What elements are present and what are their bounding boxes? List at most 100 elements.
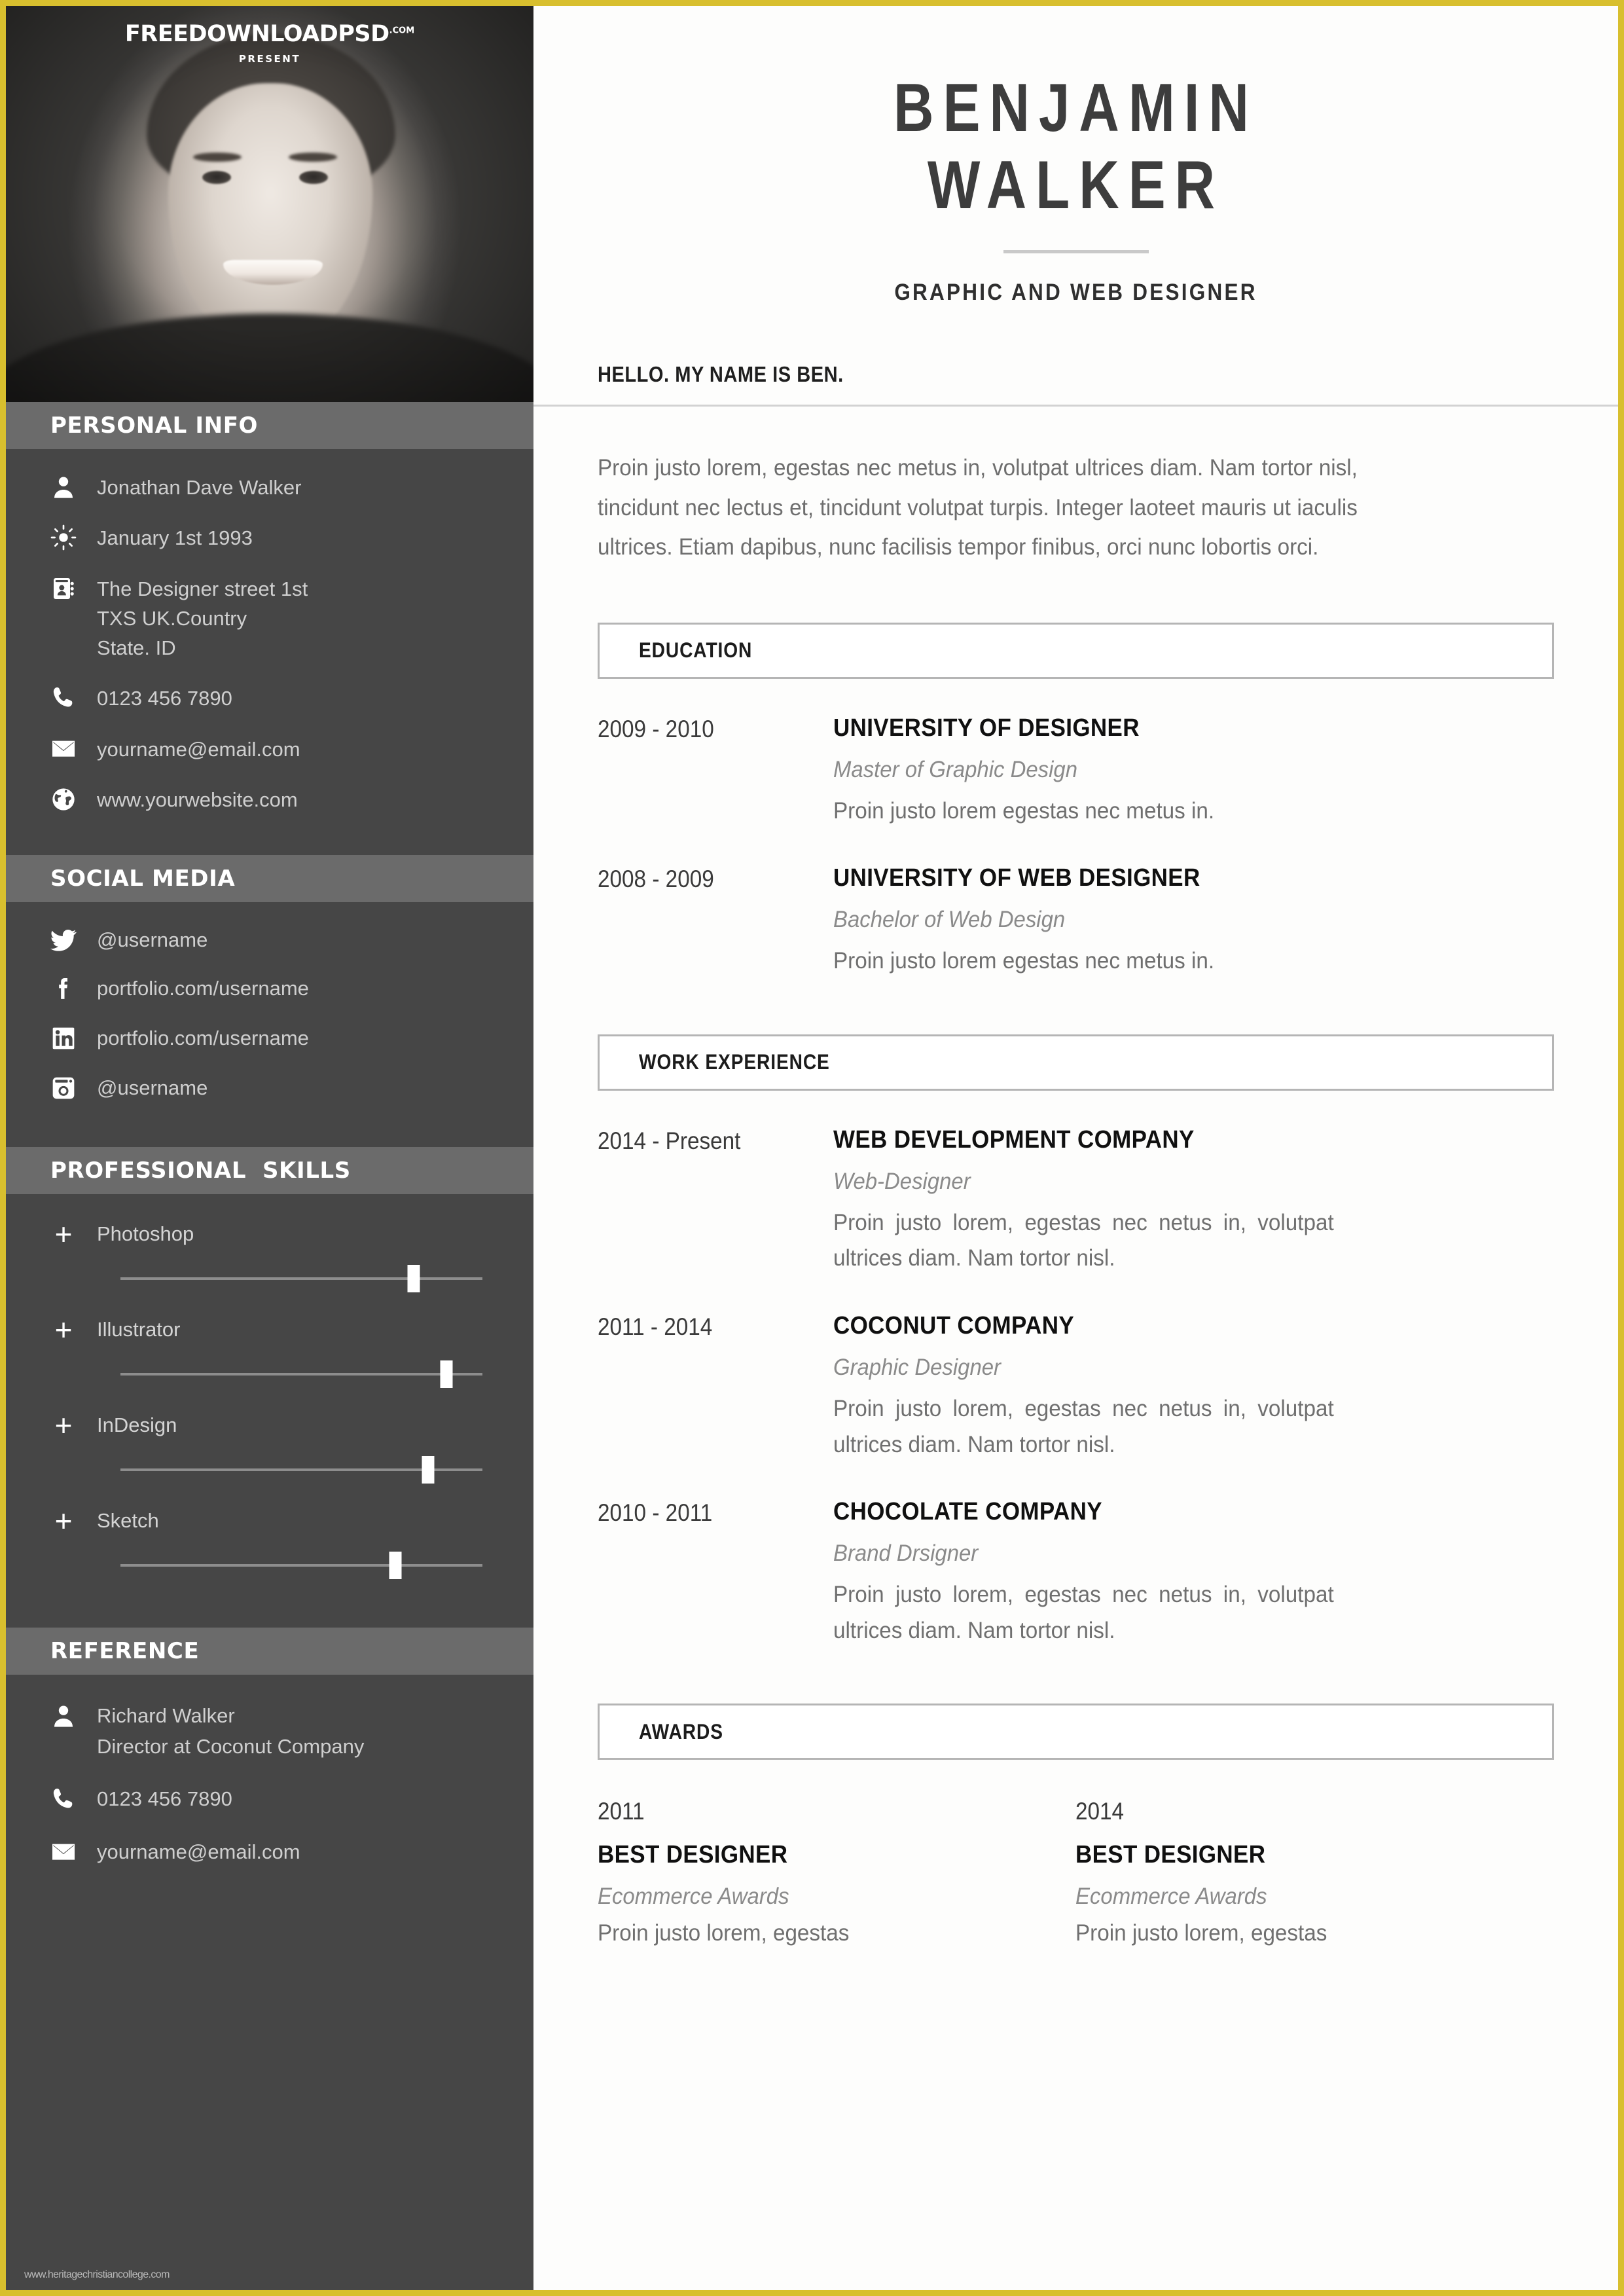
list-item-label: portfolio.com/username: [97, 1027, 309, 1049]
entry-organization: CHOCOLATE COMPANY: [833, 1498, 1102, 1526]
profile-photo: FREEDOWNLOADPSD.COM PRESENT: [6, 6, 533, 402]
section-title-professional-skills: PROFESSIONAL SKILLS: [50, 1157, 351, 1184]
skill-item: + Photoshop: [6, 1219, 533, 1292]
award-item: 2014 BEST DESIGNER Ecommerce Awards Proi…: [1075, 1798, 1553, 1946]
list-item[interactable]: portfolio.com/username: [6, 1025, 533, 1051]
envelope-icon: [46, 1837, 81, 1865]
list-item: www.yourwebsite.com: [6, 785, 533, 814]
instagram-icon: [46, 1075, 81, 1101]
list-item: January 1st 1993: [6, 523, 533, 553]
education-entry: 2009 - 2010 UNIVERSITY OF DESIGNER Maste…: [598, 714, 1554, 829]
skill-slider[interactable]: [120, 1360, 482, 1388]
award-subtitle: Ecommerce Awards: [598, 1884, 789, 1910]
list-item-label: portfolio.com/username: [97, 977, 309, 1000]
skill-label: Sketch: [97, 1509, 159, 1532]
entry-period: 2008 - 2009: [598, 866, 714, 893]
logo-mid-text: A: [302, 21, 319, 47]
slider-track: [120, 1277, 482, 1280]
slider-track: [120, 1373, 482, 1376]
list-item: 0123 456 7890: [6, 1784, 533, 1815]
plus-icon: +: [54, 1504, 73, 1538]
section-title-awards: AWARDS: [639, 1719, 723, 1743]
about-paragraph: Proin justo lorem, egestas nec metus in,…: [598, 455, 1358, 560]
twitter-icon: [46, 929, 81, 951]
skills-list: + Photoshop + Illustrator + InDesign + S…: [6, 1194, 533, 1628]
logo-dotcom-text: .COM: [389, 26, 415, 36]
photo-vignette: [6, 6, 533, 402]
entry-description: Proin justo lorem, egestas nec netus in,…: [833, 1582, 1334, 1643]
plus-icon: +: [54, 1313, 73, 1347]
phone-icon: [46, 683, 81, 711]
main-content: BENJAMIN WALKER GRAPHIC AND WEB DESIGNER…: [533, 6, 1618, 2290]
last-name: WALKER: [927, 147, 1225, 223]
list-item-label: 0123 456 7890: [97, 1787, 232, 1810]
skill-slider[interactable]: [120, 1552, 482, 1579]
skill-slider[interactable]: [120, 1265, 482, 1292]
slider-track: [120, 1564, 482, 1567]
list-item-label: Richard Walker Director at Coconut Compa…: [97, 1704, 365, 1758]
slider-thumb[interactable]: [422, 1456, 435, 1484]
award-item: 2011 BEST DESIGNER Ecommerce Awards Proi…: [598, 1798, 1075, 1946]
section-box-work-experience: WORK EXPERIENCE: [598, 1034, 1554, 1091]
watermark: www.heritagechristiancollege.com: [24, 2269, 170, 2280]
list-item: yourname@email.com: [6, 1837, 533, 1868]
list-item: yourname@email.com: [6, 735, 533, 764]
list-item: 0123 456 7890: [6, 683, 533, 713]
awards-list: 2011 BEST DESIGNER Ecommerce Awards Proi…: [598, 1798, 1554, 1946]
logo-wordmark: FREEDOWNLOADPSD.COM: [125, 23, 414, 46]
list-item: Jonathan Dave Walker: [6, 473, 533, 502]
slider-thumb[interactable]: [389, 1552, 402, 1579]
person-icon: [46, 473, 81, 500]
skill-label: Photoshop: [97, 1222, 194, 1245]
entry-organization: UNIVERSITY OF DESIGNER: [833, 714, 1140, 742]
job-title: GRAPHIC AND WEB DESIGNER: [894, 280, 1257, 306]
phone-icon: [46, 1784, 81, 1812]
entry-role: Graphic Designer: [833, 1355, 1001, 1381]
entry-role: Web-Designer: [833, 1168, 971, 1194]
entry-organization: COCONUT COMPANY: [833, 1312, 1075, 1340]
linkedin-icon: [46, 1025, 81, 1051]
about-divider: [533, 405, 1618, 407]
slider-thumb[interactable]: [407, 1265, 420, 1292]
skill-item: + Illustrator: [6, 1315, 533, 1388]
list-item[interactable]: @username: [6, 928, 533, 952]
section-header-reference: REFERENCE: [6, 1628, 533, 1675]
list-item-label: 0123 456 7890: [97, 687, 232, 710]
title-divider: [1003, 250, 1149, 254]
work-experience-entries: 2014 - Present WEB DEVELOPMENT COMPANY W…: [598, 1126, 1554, 1649]
list-item: The Designer street 1st TXS UK.Country S…: [6, 574, 533, 663]
section-title-reference: REFERENCE: [50, 1638, 200, 1664]
skill-label: InDesign: [97, 1413, 177, 1436]
slider-thumb[interactable]: [440, 1360, 453, 1388]
resume-page: FREEDOWNLOADPSD.COM PRESENT PERSONAL INF…: [0, 0, 1624, 2296]
person-icon: [46, 1701, 81, 1729]
reference-list: Richard Walker Director at Coconut Compa…: [6, 1675, 533, 1867]
section-title-work-experience: WORK EXPERIENCE: [639, 1050, 830, 1074]
entry-period: 2011 - 2014: [598, 1313, 713, 1341]
list-item[interactable]: portfolio.com/username: [6, 975, 533, 1002]
plus-icon: +: [54, 1217, 73, 1251]
entry-organization: WEB DEVELOPMENT COMPANY: [833, 1125, 1195, 1154]
entry-role: Brand Drsigner: [833, 1540, 979, 1567]
skill-slider[interactable]: [120, 1456, 482, 1484]
greeting-text: HELLO. MY NAME IS BEN.: [598, 362, 844, 387]
skill-label: Illustrator: [97, 1318, 181, 1341]
logo-main-text: FREEDOWNLO: [124, 21, 302, 47]
list-item-label: Jonathan Dave Walker: [97, 476, 302, 499]
list-item[interactable]: @username: [6, 1075, 533, 1101]
education-entry: 2008 - 2009 UNIVERSITY OF WEB DESIGNER B…: [598, 864, 1554, 979]
entry-period: 2010 - 2011: [598, 1499, 713, 1527]
section-header-personal-info: PERSONAL INFO: [6, 402, 533, 449]
section-header-social-media: SOCIAL MEDIA: [6, 855, 533, 902]
list-item-label: @username: [97, 1076, 208, 1099]
plus-icon: +: [54, 1408, 73, 1442]
section-header-professional-skills: PROFESSIONAL SKILLS: [6, 1147, 533, 1194]
section-box-awards: AWARDS: [598, 1704, 1554, 1760]
personal-info-list: Jonathan Dave Walker January 1st 1993 Th…: [6, 449, 533, 855]
award-name: BEST DESIGNER: [598, 1841, 788, 1869]
entry-description: Proin justo lorem egestas nec metus in.: [833, 948, 1215, 974]
entry-role: Master of Graphic Design: [833, 756, 1078, 782]
list-item-label: The Designer street 1st TXS UK.Country S…: [97, 577, 308, 660]
work-entry: 2010 - 2011 CHOCOLATE COMPANY Brand Drsi…: [598, 1498, 1554, 1649]
entry-period: 2014 - Present: [598, 1127, 741, 1154]
